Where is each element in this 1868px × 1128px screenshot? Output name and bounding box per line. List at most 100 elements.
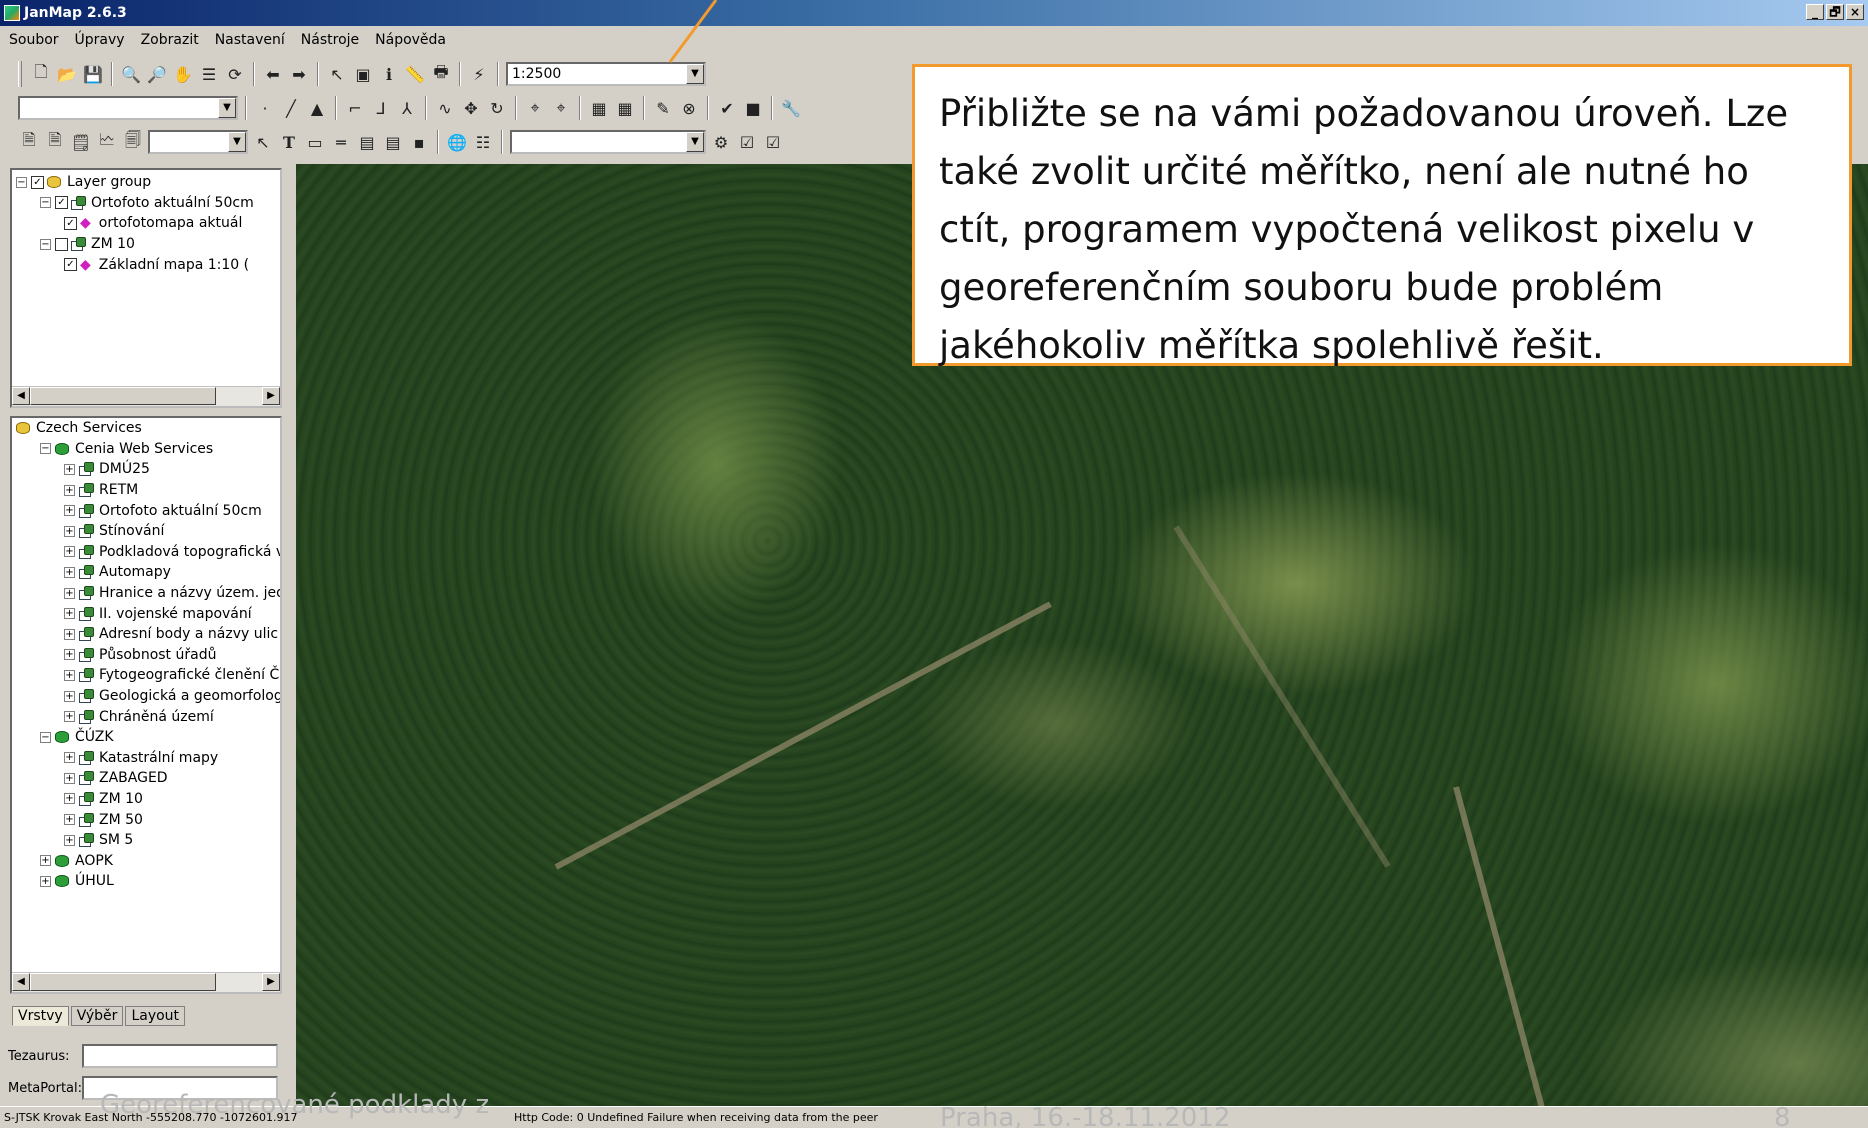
draw-point-icon[interactable]: · xyxy=(254,97,276,119)
zoom-layers-icon[interactable]: ☰ xyxy=(198,63,220,85)
tree-item[interactable]: + Chráněná území xyxy=(12,706,280,727)
tree-item[interactable]: + Hranice a názvy územ. jedı xyxy=(12,583,280,604)
expand-icon[interactable]: + xyxy=(64,669,75,681)
expand-icon[interactable]: + xyxy=(64,711,75,723)
chevron-down-icon[interactable]: ▼ xyxy=(228,132,246,152)
expand-icon[interactable]: + xyxy=(64,484,75,496)
tree-item[interactable]: + Automapy xyxy=(12,562,280,583)
stop-icon[interactable]: ■ xyxy=(742,97,764,119)
draw-polygon-icon[interactable]: ▲ xyxy=(306,97,328,119)
chevron-down-icon[interactable]: ▼ xyxy=(686,132,704,152)
delete-icon[interactable]: ⊗ xyxy=(678,97,700,119)
list-icon[interactable]: ☷ xyxy=(472,131,494,153)
service-edit-icon[interactable]: ☑ xyxy=(762,131,784,153)
collapse-icon[interactable]: − xyxy=(40,238,51,250)
tree-item[interactable]: − ČÚZK xyxy=(12,727,280,748)
select-arrow-icon[interactable]: ↖ xyxy=(326,63,348,85)
tree-item[interactable]: + ZM 10 xyxy=(12,789,280,810)
tree-item[interactable]: − Cenia Web Services xyxy=(12,439,280,460)
horizontal-scrollbar[interactable]: ◀ ▶ xyxy=(12,386,280,406)
menu-nastroje[interactable]: Nástroje xyxy=(298,32,362,48)
doc-edit-icon[interactable]: 🗒 xyxy=(70,131,92,153)
scale-select[interactable]: 1:2500 ▼ xyxy=(506,62,706,86)
info-icon[interactable]: ℹ xyxy=(378,63,400,85)
service-select[interactable]: ▼ xyxy=(510,130,706,154)
menu-napoveda[interactable]: Nápověda xyxy=(372,32,449,48)
tree-item[interactable]: + Podkladová topografická vı xyxy=(12,542,280,563)
tree-item[interactable]: − ✓ Ortofoto aktuální 50cm xyxy=(12,193,280,214)
tree-item[interactable]: + DMÚ25 xyxy=(12,459,280,480)
expand-icon[interactable]: + xyxy=(40,855,51,867)
tab-layout[interactable]: Layout xyxy=(125,1006,186,1026)
close-button[interactable]: × xyxy=(1846,4,1864,20)
text-tool-icon[interactable]: T xyxy=(278,131,300,153)
tab-vrstvy[interactable]: Vrstvy xyxy=(12,1006,69,1026)
split-icon[interactable]: ⅃ xyxy=(370,97,392,119)
expand-icon[interactable]: + xyxy=(64,463,75,475)
layer-checkbox[interactable]: ✓ xyxy=(55,196,68,210)
snap-alt-icon[interactable]: ⌖ xyxy=(550,97,572,119)
tree-item[interactable]: + SM 5 xyxy=(12,830,280,851)
check-icon[interactable]: ✔ xyxy=(716,97,738,119)
expand-icon[interactable]: + xyxy=(64,690,75,702)
tree-item[interactable]: + Ortofoto aktuální 50cm xyxy=(12,500,280,521)
expand-icon[interactable]: + xyxy=(64,587,75,599)
tree-item[interactable]: + Fytogeografické členění ČF xyxy=(12,665,280,686)
scroll-left-icon[interactable]: ◀ xyxy=(12,973,30,991)
forward-arrow-icon[interactable]: ➡ xyxy=(288,63,310,85)
collapse-icon[interactable]: − xyxy=(40,443,51,455)
expand-icon[interactable]: + xyxy=(64,834,75,846)
tree-item[interactable]: + Adresní body a názvy ulic xyxy=(12,624,280,645)
table-alt-icon[interactable]: ▤ xyxy=(382,131,404,153)
snap-icon[interactable]: ⌖ xyxy=(524,97,546,119)
refresh-icon[interactable]: ⟳ xyxy=(224,63,246,85)
frame-icon[interactable]: ▪ xyxy=(408,131,430,153)
measure-ruler-icon[interactable]: 📏 xyxy=(404,63,426,85)
tree-item[interactable]: + ÚHUL xyxy=(12,871,280,892)
style-select[interactable]: ▼ xyxy=(148,130,248,154)
expand-icon[interactable]: + xyxy=(64,814,75,826)
expand-icon[interactable]: + xyxy=(64,649,75,661)
doc-alt-icon[interactable]: 🗎 xyxy=(44,130,66,153)
tree-item[interactable]: ✓ ◆ Základní mapa 1:10 ( xyxy=(12,254,280,275)
grid-alt-icon[interactable]: ▦ xyxy=(614,97,636,119)
toolbar-grip[interactable] xyxy=(18,61,22,87)
print-icon[interactable]: 🖶 xyxy=(430,62,452,85)
scroll-right-icon[interactable]: ▶ xyxy=(262,387,280,405)
pencil-icon[interactable]: ✎ xyxy=(652,97,674,119)
expand-icon[interactable]: + xyxy=(64,505,75,517)
chevron-down-icon[interactable]: ▼ xyxy=(218,98,236,118)
pointer-icon[interactable]: ↖ xyxy=(252,131,274,153)
expand-icon[interactable]: + xyxy=(64,772,75,784)
tree-item[interactable]: Czech Services xyxy=(12,418,280,439)
tree-item[interactable]: + II. vojenské mapování xyxy=(12,603,280,624)
zoom-out-icon[interactable]: 🔎 xyxy=(146,63,168,85)
tree-item[interactable]: + RETM xyxy=(12,480,280,501)
move-icon[interactable]: ✥ xyxy=(460,97,482,119)
layer-checkbox[interactable] xyxy=(55,237,68,251)
horizontal-scrollbar[interactable]: ◀ ▶ xyxy=(12,972,280,992)
merge-icon[interactable]: ⅄ xyxy=(396,97,418,119)
tree-item[interactable]: + Geologická a geomorfologi xyxy=(12,686,280,707)
tree-item[interactable]: ✓ ◆ ortofotomapa aktuál xyxy=(12,213,280,234)
tree-item[interactable]: + Stínování xyxy=(12,521,280,542)
expand-icon[interactable]: + xyxy=(64,608,75,620)
service-icon[interactable]: ⚙ xyxy=(710,131,732,153)
tree-item[interactable]: + AOPK xyxy=(12,850,280,871)
globe-icon[interactable]: 🌐 xyxy=(446,131,468,153)
grid-icon[interactable]: ▦ xyxy=(588,97,610,119)
edit-vertex-icon[interactable]: ⌐ xyxy=(344,97,366,119)
tree-item[interactable]: + Katastrální mapy xyxy=(12,748,280,769)
scroll-thumb[interactable] xyxy=(30,973,216,991)
menu-soubor[interactable]: Soubor xyxy=(6,32,62,48)
expand-icon[interactable]: + xyxy=(64,628,75,640)
tree-item[interactable]: + ZM 50 xyxy=(12,809,280,830)
collapse-icon[interactable]: − xyxy=(16,176,27,188)
wrench-icon[interactable]: 🔧 xyxy=(780,97,802,119)
restore-button[interactable]: 🗗 xyxy=(1826,4,1844,20)
layer-checkbox[interactable]: ✓ xyxy=(64,216,77,230)
minimize-button[interactable]: _ xyxy=(1806,4,1824,20)
chevron-down-icon[interactable]: ▼ xyxy=(686,64,704,84)
layer-select[interactable]: ▼ xyxy=(18,96,238,120)
zoom-in-icon[interactable]: 🔍 xyxy=(120,63,142,85)
